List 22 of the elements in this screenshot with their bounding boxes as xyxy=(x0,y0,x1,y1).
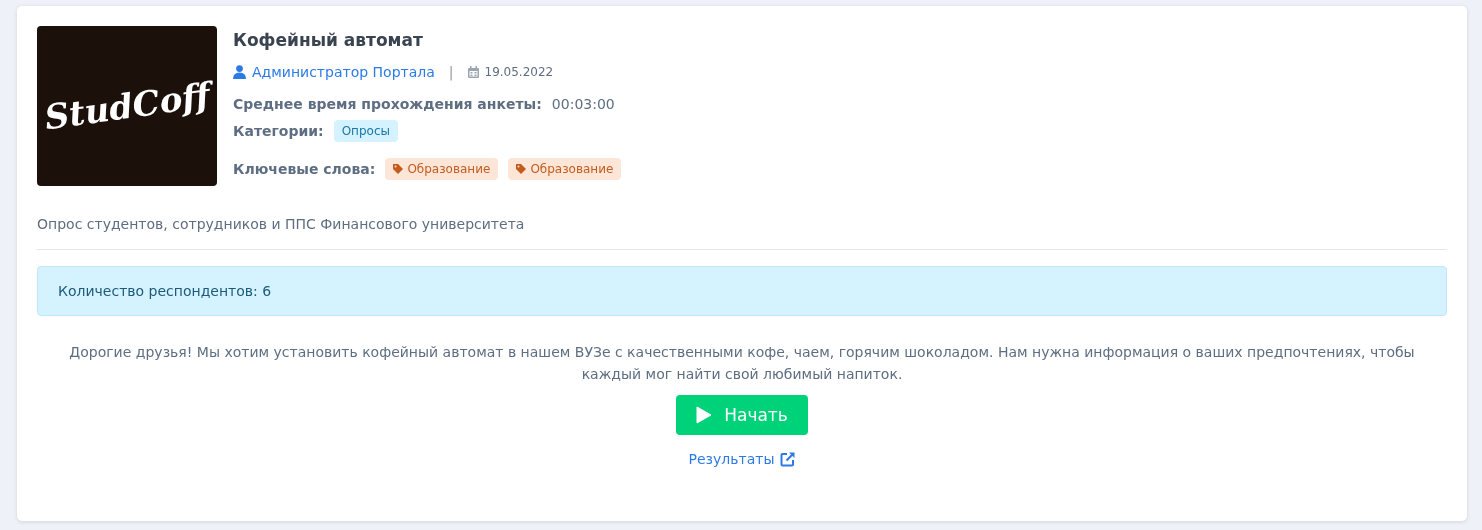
external-link-icon xyxy=(780,451,796,467)
survey-title: Кофейный автомат xyxy=(233,30,424,50)
keywords-label: Ключевые слова: xyxy=(233,161,376,177)
tag-icon xyxy=(516,164,527,174)
user-icon xyxy=(233,65,246,79)
category-badge: Опросы xyxy=(333,120,398,142)
keyword-badge: Образование xyxy=(385,158,499,180)
tag-icon xyxy=(393,164,404,174)
author-link[interactable]: Администратор Портала xyxy=(233,64,435,80)
calendar-icon xyxy=(467,66,479,78)
avg-time-value: 00:03:00 xyxy=(551,96,615,112)
date: 19.05.2022 xyxy=(484,65,554,79)
logo-text: StudCoff xyxy=(41,74,213,138)
categories-label: Категории: xyxy=(233,123,324,139)
avg-time-label: Среднее время прохождения анкеты: xyxy=(233,96,542,112)
respondents-alert: Количество респондентов: 6 xyxy=(37,266,1447,316)
play-icon xyxy=(696,406,713,425)
keyword-badge: Образование xyxy=(508,158,622,180)
separator: | xyxy=(448,64,454,80)
survey-description: Дорогие друзья! Мы хотим установить кофейный автомат в нашем ВУЗе с качественными кофе, чаем, горячим шоколадом. Нам нужна информация о ваших предпочтениях, чтобы каждый мог найти свой любимый напиток. xyxy=(68,343,1416,384)
survey-subtitle: Опрос студентов, сотрудников и ППС Финансового университета xyxy=(37,216,526,232)
results-link[interactable]: Результаты xyxy=(688,451,796,468)
